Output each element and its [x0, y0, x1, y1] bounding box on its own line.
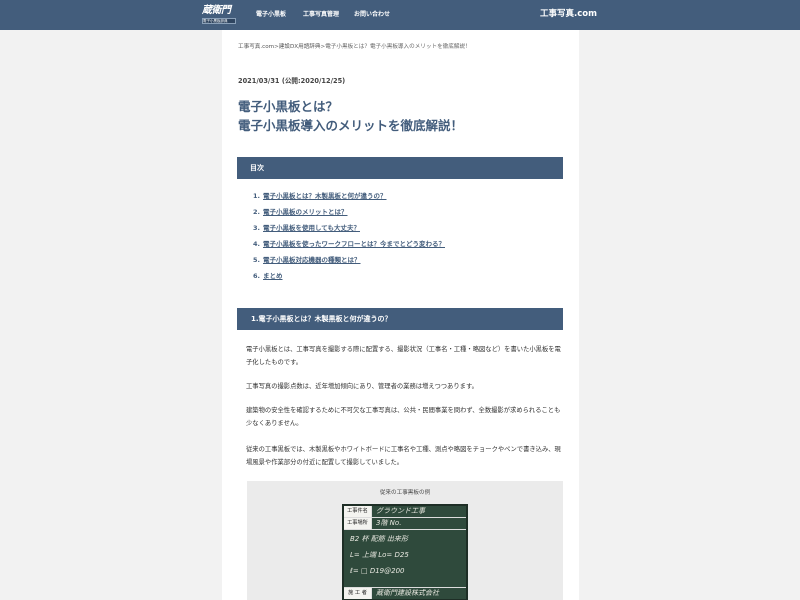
site-logo[interactable]: 蔵衛門 電子小黒板辞典: [202, 5, 236, 26]
nav-contact[interactable]: お問い合わせ: [354, 11, 390, 19]
board-label: 工事件名: [344, 506, 372, 517]
figure-board-example: 従来の工事黒板の例 工事件名 グラウンド工事 工事場所 3階 No. B2 杯 …: [247, 481, 563, 600]
logo-sub-text: 電子小黒板辞典: [203, 19, 228, 23]
board-row: 工事場所 3階 No.: [344, 518, 466, 530]
toc-link[interactable]: 電子小黒板を使用しても大丈夫？: [263, 224, 360, 232]
breadcrumb-current: 電子小黒板とは？電子小黒板導入のメリットを徹底解説！: [325, 44, 471, 50]
brand-link[interactable]: 工事写真.com: [540, 9, 597, 20]
toc-link[interactable]: 電子小黒板とは？木製黒板と何が違うの？: [263, 192, 387, 200]
toc-number: 1.: [253, 192, 260, 200]
blackboard-image: 工事件名 グラウンド工事 工事場所 3階 No. B2 杯 配筋 出来形 L= …: [342, 504, 468, 600]
breadcrumb: 工事写真.com>建設DX用語辞典>電子小黒板とは？電子小黒板導入のメリットを徹…: [238, 43, 471, 51]
body-paragraph: 電子小黒板とは、工事写真を撮影する際に配置する、撮影状況（工事名・工種・略図など…: [246, 346, 561, 366]
toc-list: 1. 電子小黒板とは？木製黒板と何が違うの？ 2. 電子小黒板のメリットとは？ 3.…: [253, 192, 445, 288]
toc-item: 6. まとめ: [253, 272, 445, 288]
toc-number: 4.: [253, 240, 260, 248]
toc-item: 5. 電子小黒板対応機器の種類とは？: [253, 256, 445, 272]
body-paragraph: 従来の工事黒板では、木製黒板やホワイトボードに工事名や工種、測点や略図をチョーク…: [246, 446, 561, 466]
board-handwriting: ℓ= □ D19@200: [350, 567, 405, 575]
board-label: 施 工 者: [344, 588, 372, 599]
breadcrumb-home[interactable]: 工事写真.com: [238, 44, 274, 50]
toc-number: 5.: [253, 256, 260, 264]
toc-item: 4. 電子小黒板を使ったワークフローとは？今までとどう変わる？: [253, 240, 445, 256]
article-date: 2021/03/31 (公開:2020/12/25): [238, 77, 346, 85]
logo-sub-badge: 電子小黒板辞典: [202, 18, 236, 24]
toc-link[interactable]: まとめ: [263, 272, 283, 280]
page-title: 電子小黒板とは？ 電子小黒板導入のメリットを徹底解説！: [238, 97, 463, 135]
toc-number: 2.: [253, 208, 260, 216]
breadcrumb-glossary[interactable]: 建設DX用語辞典: [279, 44, 321, 50]
toc-item: 2. 電子小黒板のメリットとは？: [253, 208, 445, 224]
board-handwriting: 蔵衛門建設株式会社: [376, 589, 439, 597]
toc-number: 3.: [253, 224, 260, 232]
board-row: 工事件名 グラウンド工事: [344, 506, 466, 518]
logo-main-text: 蔵衛門: [202, 5, 231, 16]
figure-caption: 従来の工事黒板の例: [379, 490, 431, 496]
board-handwriting: B2 杯 配筋 出来形: [350, 535, 408, 543]
toc-item: 3. 電子小黒板を使用しても大丈夫？: [253, 224, 445, 240]
board-handwriting: 3階 No.: [376, 519, 402, 527]
article-column: 工事写真.com>建設DX用語辞典>電子小黒板とは？電子小黒板導入のメリットを徹…: [222, 30, 579, 600]
board-handwriting: L= 上端 Lo= D25: [350, 551, 409, 559]
toc-number: 6.: [253, 272, 260, 280]
section-heading: 1.電子小黒板とは？木製黒板と何が違うの？: [237, 308, 563, 330]
nav-photo-management[interactable]: 工事写真管理: [303, 11, 339, 19]
board-label: 工事場所: [344, 518, 372, 529]
body-paragraph: 工事写真の撮影点数は、近年増加傾向にあり、管理者の業務は増えつつあります。: [246, 383, 478, 390]
nav-electronic-board[interactable]: 電子小黒板: [256, 11, 286, 19]
body-paragraph: 建築物の安全性を確認するために不可欠な工事写真は、公共・民間事業を問わず、全数撮…: [246, 407, 561, 427]
toc-link[interactable]: 電子小黒板対応機器の種類とは？: [263, 256, 361, 264]
toc-link[interactable]: 電子小黒板のメリットとは？: [263, 208, 348, 216]
page-title-line2: 電子小黒板導入のメリットを徹底解説！: [238, 118, 464, 133]
toc-heading: 目次: [237, 157, 563, 179]
toc-item: 1. 電子小黒板とは？木製黒板と何が違うの？: [253, 192, 445, 208]
board-handwriting: グラウンド工事: [376, 507, 425, 515]
toc-link[interactable]: 電子小黒板を使ったワークフローとは？今までとどう変わる？: [263, 240, 445, 248]
site-header: 蔵衛門 電子小黒板辞典 電子小黒板 工事写真管理 お問い合わせ 工事写真.com: [0, 0, 800, 30]
board-row: 施 工 者 蔵衛門建設株式会社: [344, 587, 466, 599]
page-title-line1: 電子小黒板とは？: [238, 99, 339, 114]
